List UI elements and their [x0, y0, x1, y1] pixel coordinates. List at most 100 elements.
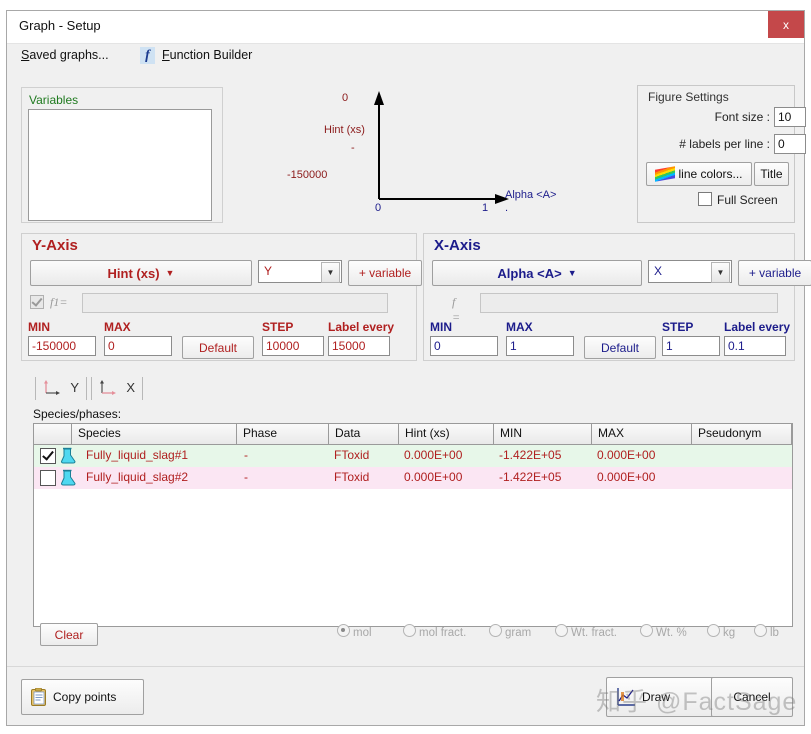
preview-y-axis-label: Hint (xs) — [324, 124, 365, 136]
preview-axes-svg — [374, 91, 509, 204]
chevron-down-icon[interactable]: ▼ — [321, 262, 340, 283]
y-min-label: MIN — [28, 320, 50, 334]
cell-min: -1.422E+05 — [499, 470, 562, 484]
menu-function-builder[interactable]: Function Builder — [162, 48, 252, 62]
clipboard-icon — [31, 688, 46, 706]
radio-lb[interactable]: lb — [754, 624, 779, 639]
radio-gram-dot[interactable] — [489, 624, 502, 637]
radio-mol-dot[interactable] — [337, 624, 350, 637]
close-icon[interactable]: x — [768, 11, 804, 38]
y-label-every-label: Label every — [328, 320, 395, 334]
th-data[interactable]: Data — [329, 424, 399, 444]
preview-x-right-tick: 1 — [482, 202, 489, 214]
radio-gram[interactable]: gram — [489, 624, 531, 639]
labels-per-line-input[interactable] — [774, 134, 806, 154]
radio-wt-pct[interactable]: Wt. % — [640, 624, 687, 639]
y-axis-variable-button[interactable]: Hint (xs) ▼ — [30, 260, 252, 286]
radio-kg-dot[interactable] — [707, 624, 720, 637]
graph-setup-window: Graph - Setup x Saved graphs... f Functi… — [6, 10, 811, 726]
radio-wt-fract-label: Wt. fract. — [571, 627, 617, 639]
species-caption: Species/phases: — [33, 407, 122, 421]
rainbow-icon — [655, 166, 676, 182]
tab-y[interactable]: Y — [35, 377, 87, 400]
y-default-button[interactable]: Default — [182, 336, 254, 359]
radio-wt-pct-label: Wt. % — [656, 627, 687, 639]
y-step-label: STEP — [262, 320, 294, 334]
y-fn-label: f1= — [50, 295, 68, 309]
y-label-every-input[interactable] — [328, 336, 390, 356]
clear-button[interactable]: Clear — [40, 623, 98, 646]
preview-x-axis-label: Alpha <A> — [505, 189, 557, 201]
y-axis-combo[interactable]: Y ▼ — [258, 260, 342, 283]
x-axis-icon — [100, 380, 116, 395]
y-min-input[interactable] — [28, 336, 96, 356]
th-species[interactable]: Species — [72, 424, 237, 444]
font-size-label: Font size : — [714, 110, 770, 124]
th-min[interactable]: MIN — [494, 424, 592, 444]
x-step-input[interactable] — [662, 336, 720, 356]
x-axis-variable-button[interactable]: Alpha <A> ▼ — [432, 260, 642, 286]
title-bar: Graph - Setup x — [7, 11, 804, 44]
radio-mol-label: mol — [353, 627, 372, 639]
radio-wt-pct-dot[interactable] — [640, 624, 653, 637]
row-checkbox[interactable] — [40, 448, 56, 464]
radio-mol-fract-dot[interactable] — [403, 624, 416, 637]
x-axis-variable-label: Alpha <A> — [497, 265, 562, 281]
radio-gram-label: gram — [505, 627, 532, 639]
x-max-input[interactable] — [506, 336, 574, 356]
axis-tabs: Y X — [35, 377, 155, 401]
line-colors-button[interactable]: line colors... — [646, 162, 752, 186]
title-button[interactable]: Title — [754, 162, 789, 186]
radio-kg[interactable]: kg — [707, 624, 735, 639]
tab-x-label: X — [126, 380, 135, 395]
th-phase[interactable]: Phase — [237, 424, 329, 444]
cell-max: 0.000E+00 — [597, 470, 656, 484]
cell-max: 0.000E+00 — [597, 448, 656, 462]
table-row[interactable]: Fully_liquid_slag#1 - FToxid 0.000E+00 -… — [34, 445, 792, 467]
radio-wt-fract[interactable]: Wt. fract. — [555, 624, 617, 639]
full-screen-checkbox[interactable] — [698, 192, 712, 206]
y-step-input[interactable] — [262, 336, 324, 356]
menu-saved-graphs[interactable]: Saved graphs... — [21, 48, 109, 62]
chevron-down-icon: ▼ — [567, 268, 577, 278]
y-add-variable-button[interactable]: + variable — [348, 260, 422, 286]
tab-x[interactable]: X — [91, 377, 143, 400]
full-screen-toggle[interactable]: Full Screen — [698, 192, 778, 207]
y-fn-checkbox[interactable] — [30, 295, 44, 309]
radio-lb-dot[interactable] — [754, 624, 767, 637]
y-fn-input[interactable] — [82, 293, 388, 313]
x-axis-combo-value: X — [654, 264, 663, 278]
row-checkbox[interactable] — [40, 470, 56, 486]
x-default-button[interactable]: Default — [584, 336, 656, 359]
chevron-down-icon[interactable]: ▼ — [711, 262, 730, 283]
preview-y-mid-tick: - — [351, 142, 355, 154]
x-add-variable-button[interactable]: + variable — [738, 260, 811, 286]
x-axis-combo[interactable]: X ▼ — [648, 260, 732, 283]
chart-icon — [617, 688, 635, 706]
table-row[interactable]: Fully_liquid_slag#2 - FToxid 0.000E+00 -… — [34, 467, 792, 489]
radio-mol[interactable]: mol — [337, 624, 372, 639]
beaker-icon — [60, 447, 76, 464]
x-fn-input[interactable] — [480, 293, 778, 313]
x-label-every-input[interactable] — [724, 336, 786, 356]
font-size-input[interactable] — [774, 107, 806, 127]
copy-points-button[interactable]: Copy points — [21, 679, 144, 715]
preview-x-sub-tick: . — [505, 202, 509, 214]
draw-button[interactable]: Draw — [606, 677, 716, 717]
x-min-input[interactable] — [430, 336, 498, 356]
radio-mol-fract[interactable]: mol fract. — [403, 624, 466, 639]
variables-list[interactable] — [28, 109, 212, 221]
y-axis-panel: Y-Axis Hint (xs) ▼ Y ▼ + variable f1= MIN… — [21, 233, 422, 361]
cell-hint-xs: 0.000E+00 — [404, 448, 463, 462]
radio-lb-label: lb — [770, 627, 779, 639]
cancel-button[interactable]: Cancel — [711, 677, 793, 717]
th-max[interactable]: MAX — [592, 424, 692, 444]
cell-data: FToxid — [334, 470, 370, 484]
radio-wt-fract-dot[interactable] — [555, 624, 568, 637]
preview-y-bottom-tick: -150000 — [287, 169, 328, 181]
radio-mol-fract-label: mol fract. — [419, 627, 467, 639]
th-hint-xs[interactable]: Hint (xs) — [399, 424, 494, 444]
th-select[interactable] — [34, 424, 72, 444]
y-max-input[interactable] — [104, 336, 172, 356]
th-pseudonym[interactable]: Pseudonym — [692, 424, 792, 444]
